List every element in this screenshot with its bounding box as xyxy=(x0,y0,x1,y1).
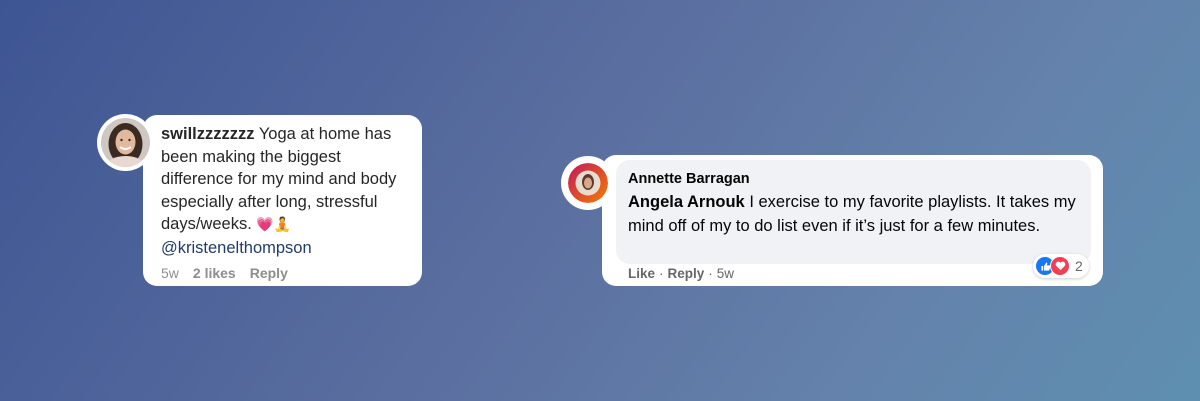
instagram-username[interactable]: swillzzzzzzz xyxy=(161,125,255,143)
instagram-mention-link[interactable]: @kristenelthompson xyxy=(161,237,417,260)
facebook-comment-body: Angela Arnouk I exercise to my favorite … xyxy=(628,191,1079,238)
reaction-count: 2 xyxy=(1075,258,1083,274)
instagram-reply-button[interactable]: Reply xyxy=(250,265,288,281)
facebook-comment-card: Annette Barragan Angela Arnouk I exercis… xyxy=(602,155,1103,286)
instagram-comment-age: 5w xyxy=(161,265,179,281)
instagram-likes-count[interactable]: 2 likes xyxy=(193,265,236,281)
love-icon xyxy=(1050,256,1070,276)
facebook-avatar-photo xyxy=(568,163,608,203)
facebook-avatar[interactable] xyxy=(561,156,615,210)
facebook-comment-bubble: Annette Barragan Angela Arnouk I exercis… xyxy=(616,160,1091,264)
heart-emoji-icon: 💗 xyxy=(256,217,274,233)
instagram-comment-body: swillzzzzzzz Yoga at home has been makin… xyxy=(161,123,417,259)
facebook-tagged-user[interactable]: Angela Arnouk xyxy=(628,193,745,211)
facebook-comment-actions: Like · Reply · 5w xyxy=(628,266,735,281)
facebook-comment-author[interactable]: Annette Barragan xyxy=(628,169,1079,189)
yoga-emoji-icon: 🧘 xyxy=(273,217,292,233)
instagram-comment-meta: 5w 2 likes Reply xyxy=(161,265,288,281)
instagram-comment-card: swillzzzzzzz Yoga at home has been makin… xyxy=(143,115,422,286)
facebook-reactions-summary[interactable]: 2 xyxy=(1033,254,1089,278)
facebook-reply-button[interactable]: Reply xyxy=(668,266,705,281)
facebook-like-button[interactable]: Like xyxy=(628,266,655,281)
facebook-comment-age: 5w xyxy=(716,266,735,281)
instagram-avatar-photo xyxy=(101,118,150,167)
instagram-avatar[interactable] xyxy=(97,114,154,171)
